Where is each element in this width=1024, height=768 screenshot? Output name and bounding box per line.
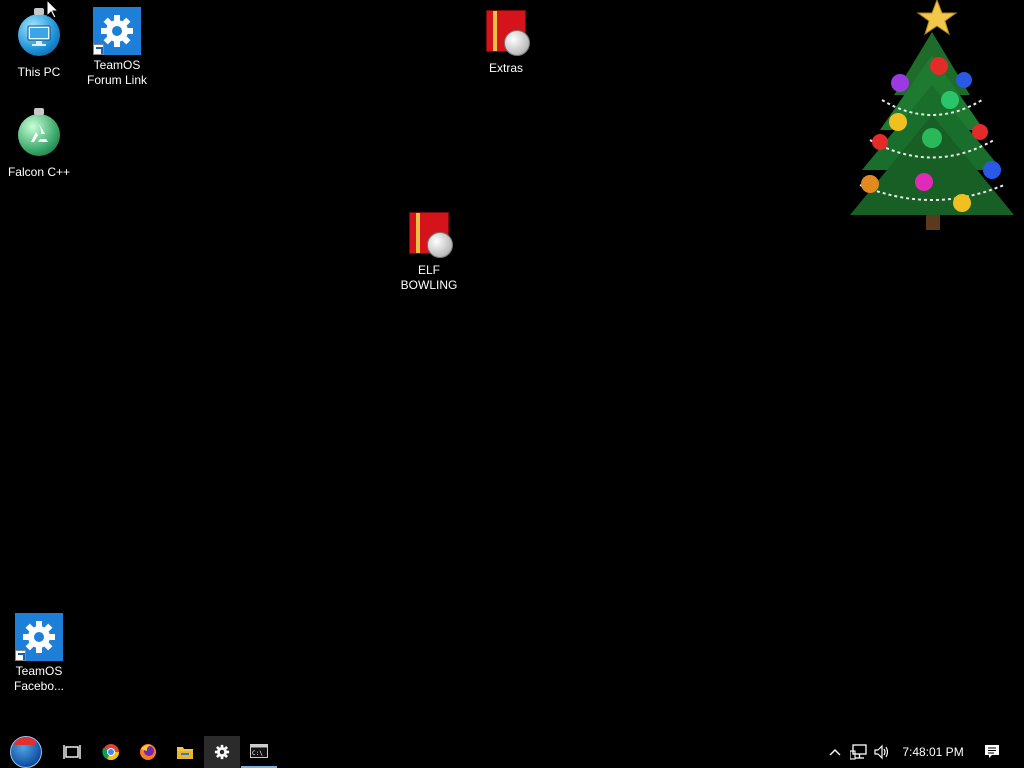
firefox-button[interactable] <box>130 736 166 768</box>
settings-gear-icon <box>15 613 63 661</box>
gift-box-icon <box>405 212 453 260</box>
recycle-ornament-icon <box>15 108 63 162</box>
gift-box-icon <box>482 10 530 58</box>
desktop-icon-label: ELF BOWLING <box>400 263 458 292</box>
chrome-icon <box>102 744 120 761</box>
desktop-icon-label: TeamOS Forum Link <box>86 58 148 87</box>
desktop-icon-label: This PC <box>17 65 61 79</box>
desktop-icon-label: Extras <box>488 61 523 75</box>
settings-button[interactable] <box>204 736 240 768</box>
start-orb-icon <box>10 736 42 768</box>
desktop-icon-this-pc[interactable]: This PC <box>0 8 78 80</box>
taskbar: C:\ 7:48:01 PM <box>0 736 1024 768</box>
network-button[interactable] <box>849 736 869 768</box>
task-view-button[interactable] <box>54 736 90 768</box>
desktop-icon-falcon-cpp[interactable]: Falcon C++ <box>0 108 78 180</box>
mouse-cursor-icon <box>47 0 59 19</box>
volume-icon <box>874 744 889 760</box>
desktop-icon-label: TeamOS Facebo... <box>13 664 65 693</box>
shortcut-arrow-icon <box>93 44 104 55</box>
christmas-tree-icon <box>842 0 1022 240</box>
shortcut-arrow-icon <box>15 650 26 661</box>
terminal-icon: C:\ <box>250 744 268 758</box>
desktop-icon-teamos-facebook[interactable]: TeamOS Facebo... <box>0 613 78 694</box>
chevron-up-icon <box>829 749 841 756</box>
folder-icon <box>177 747 193 759</box>
desktop-icon-teamos-forum[interactable]: TeamOS Forum Link <box>78 7 156 88</box>
action-center-button[interactable] <box>978 736 1006 768</box>
chrome-button[interactable] <box>93 736 129 768</box>
svg-text:C:\: C:\ <box>252 750 263 757</box>
file-explorer-button[interactable] <box>167 736 203 768</box>
desktop-icon-elf-bowling[interactable]: ELF BOWLING <box>390 210 468 293</box>
volume-button[interactable] <box>872 736 892 768</box>
settings-gear-icon <box>93 7 141 55</box>
desktop-icon-extras[interactable]: Extras <box>467 8 545 76</box>
network-icon <box>850 744 867 760</box>
system-clock[interactable]: 7:48:01 PM <box>898 736 968 768</box>
firefox-icon <box>140 744 156 760</box>
task-view-icon <box>63 745 81 759</box>
gear-icon <box>214 744 230 760</box>
desktop: This PC TeamOS Forum Link Extras Falcon … <box>0 0 1024 736</box>
command-prompt-button[interactable]: C:\ <box>241 736 277 768</box>
show-hidden-icons-button[interactable] <box>826 736 844 768</box>
monitor-ornament-icon <box>15 8 63 62</box>
desktop-icon-label: Falcon C++ <box>7 165 71 179</box>
action-center-icon <box>985 745 999 758</box>
start-button[interactable] <box>4 736 48 768</box>
